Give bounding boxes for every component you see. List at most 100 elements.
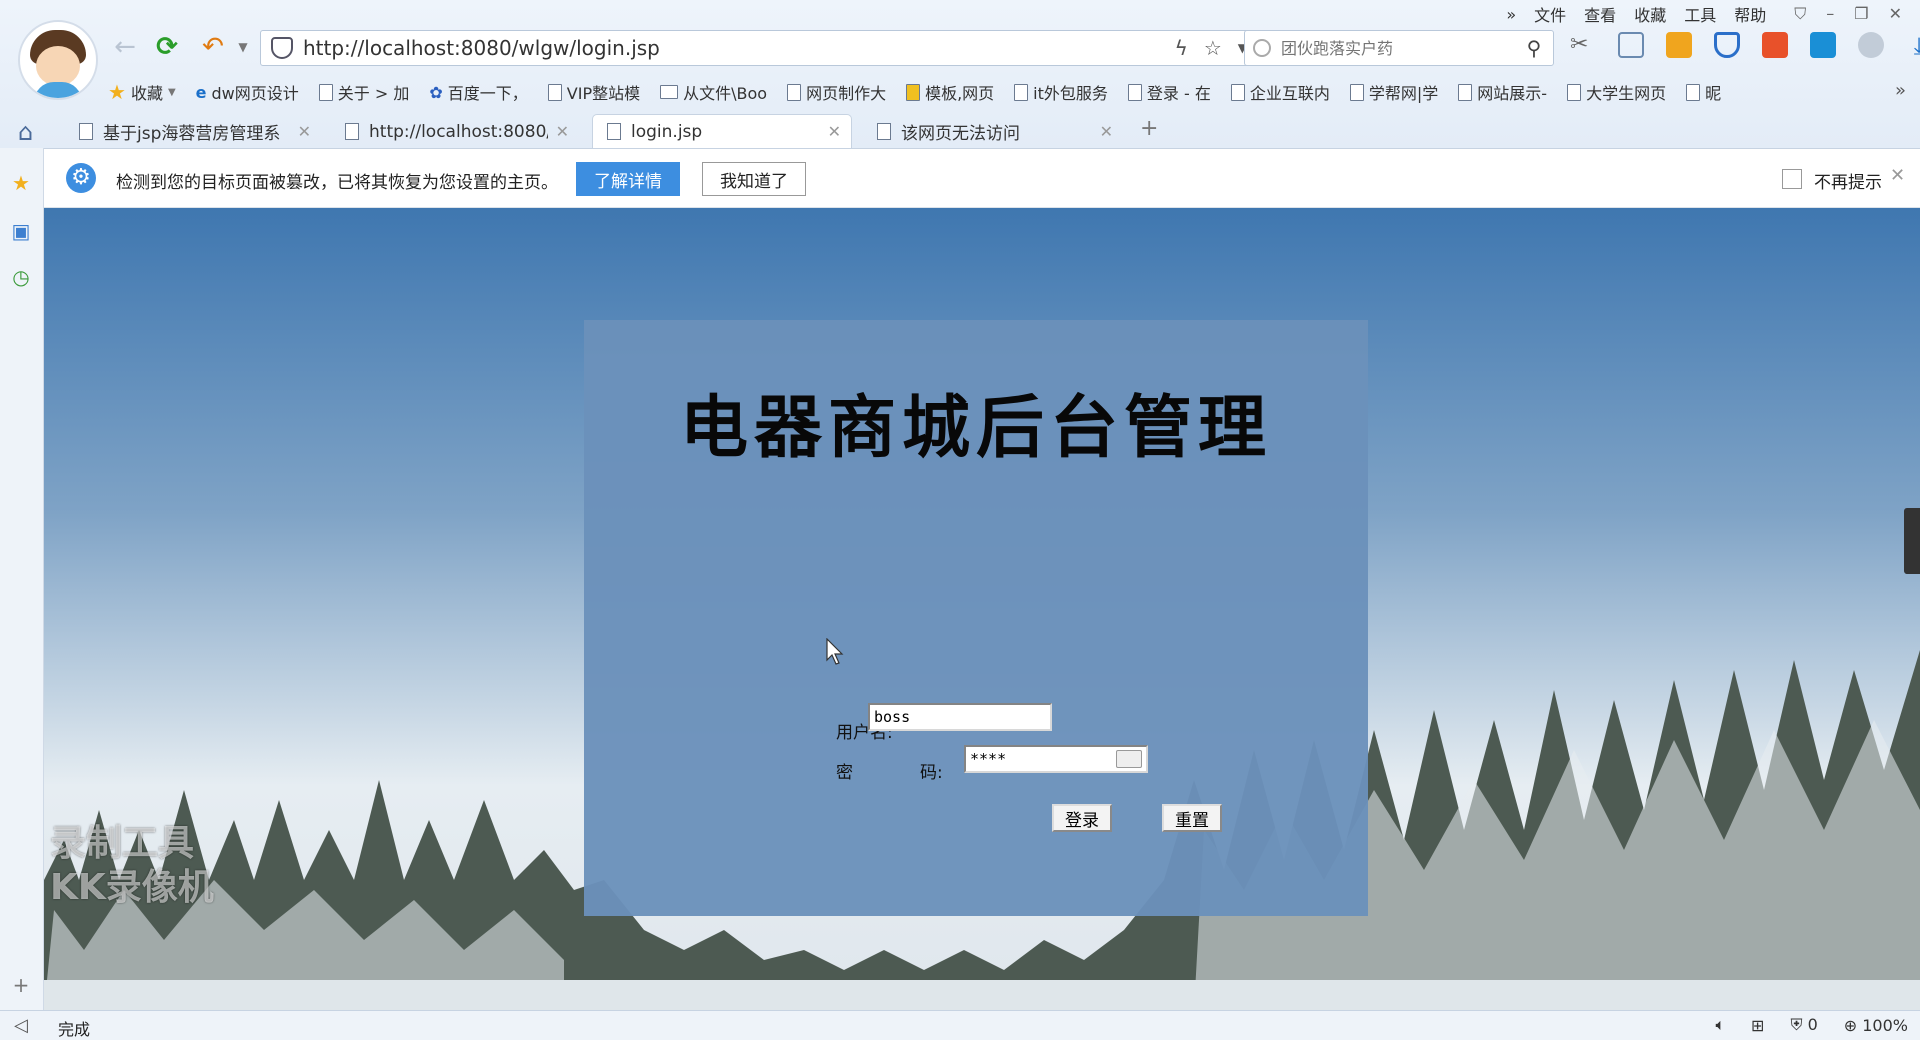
status-bar: ◁ 完成 🔈︎ ⊞ ⛨ 0 ⊕ 100% [0,1010,1920,1040]
new-tab-icon[interactable]: + [1140,116,1158,141]
bookmark-item[interactable]: 大学生网页 [1567,80,1666,104]
page-icon [1686,83,1701,101]
address-tail: ϟ ☆ ▼ [1175,36,1247,60]
star-icon[interactable]: ☆ [1204,36,1222,60]
bookmark-item[interactable]: 从文件\Boo [660,80,767,104]
menu-view[interactable]: 查看 [1584,2,1616,26]
tab-item[interactable]: http://localhost:8080/v ✕ [330,114,580,148]
shield-small-icon: ⛨ [1790,1015,1803,1034]
shield-icon[interactable] [1714,32,1740,58]
home-icon[interactable]: ⌂ [18,118,33,146]
undo-dropdown-icon[interactable]: ▼ [228,32,258,62]
search-input[interactable] [1279,37,1523,59]
dont-remind-label: 不再提示 [1814,173,1882,193]
translate-icon[interactable] [1762,32,1788,58]
folder-icon [660,85,679,99]
tab-item[interactable]: 该网页无法访问 ✕ [862,114,1124,148]
close-window-icon[interactable]: ✕ [1889,4,1902,24]
skin-icon[interactable]: ⛉ [1794,4,1806,24]
favorites-button[interactable]: ★ 收藏 ▼ [108,80,176,104]
bookmark-item[interactable]: e dw网页设计 [196,80,299,104]
watermark-line2: KK录像机 [50,867,214,908]
keyboard-icon[interactable] [1116,750,1142,768]
bookmark-label: 昵 [1705,84,1722,103]
back-icon[interactable]: ← [110,32,140,62]
scissors-icon[interactable]: ✂ [1570,32,1596,58]
gear-icon: ⚙ [66,163,96,193]
menu-help[interactable]: 帮助 [1734,2,1766,26]
network-icon[interactable]: ⊞ [1751,1016,1764,1035]
restore-icon[interactable]: ❐ [1854,4,1868,24]
add-sidebar-icon[interactable]: + [10,974,32,996]
close-tab-icon[interactable]: ✕ [828,122,841,141]
bookmark-item[interactable]: ✿ 百度一下， [429,80,527,104]
username-input[interactable] [868,703,1052,731]
reset-button[interactable]: 重置 [1162,804,1222,832]
history-clock-icon[interactable]: ◷ [10,266,32,288]
learn-more-button[interactable]: 了解详情 [576,162,680,196]
side-scroll-handle[interactable] [1904,508,1920,574]
page-title: 电器商城后台管理 [679,388,1272,468]
globe-icon[interactable] [1858,32,1884,58]
status-right: 🔈︎ ⊞ ⛨ 0 ⊕ 100% [1715,1015,1908,1035]
dont-remind-checkbox[interactable] [1782,169,1802,189]
bookmark-manager-icon[interactable] [1666,32,1692,58]
close-tab-icon[interactable]: ✕ [556,122,569,141]
page-icon [1230,83,1245,101]
close-tab-icon[interactable]: ✕ [1100,122,1113,141]
got-it-button[interactable]: 我知道了 [702,162,806,196]
download-icon[interactable]: ⤓ [1906,32,1920,60]
login-button[interactable]: 登录 [1052,804,1112,832]
magnifier-app-icon[interactable] [1810,32,1836,58]
search-icon[interactable]: ⚲ [1523,37,1545,59]
bookmark-item[interactable]: 登录 - 在 [1127,80,1211,104]
bookmark-item[interactable]: it外包服务 [1014,80,1108,104]
bookmark-item[interactable]: 昵 [1686,80,1721,104]
speaker-icon[interactable]: 🔈︎ [1715,1015,1725,1035]
search-box: ⚲ [1244,30,1554,66]
minimize-icon[interactable]: – [1826,4,1834,24]
bookmarks-bar: ★ 收藏 ▼ e dw网页设计 关于 > 加 ✿ 百度一下， VIP整站模 从文件\… [108,78,1890,106]
tab-item-active[interactable]: login.jsp ✕ [592,114,852,148]
bookmark-item[interactable]: 网页制作大 [787,80,886,104]
close-notice-icon[interactable]: ✕ [1890,165,1905,186]
user-avatar[interactable] [18,20,98,100]
bookmark-item[interactable]: 关于 > 加 [318,80,409,104]
address-url[interactable]: http://localhost:8080/wlgw/login.jsp [303,36,1175,60]
sidebar-toggle-icon[interactable]: ◁ [14,1015,28,1036]
favorites-star-icon[interactable]: ★ [10,172,32,194]
menu-bar: » 文件 查看 收藏 工具 帮助 ⛉ – ❐ ✕ [1506,2,1902,26]
close-tab-icon[interactable]: ✕ [298,122,311,141]
bookmarks-more[interactable]: » [1895,80,1906,101]
page-icon [1458,83,1473,101]
zoom-control[interactable]: ⊕ 100% [1844,1016,1908,1035]
bookmark-label: 模板,网页 [925,84,995,103]
menu-more[interactable]: » [1506,5,1516,24]
bookmark-item[interactable]: 企业互联内 [1230,80,1330,104]
bookmark-item[interactable]: VIP整站模 [547,80,641,104]
address-bar[interactable]: http://localhost:8080/wlgw/login.jsp ϟ ☆… [260,30,1260,66]
bookmark-label: 登录 - 在 [1146,84,1211,103]
refresh-icon[interactable]: ⟳ [152,32,182,62]
tab-label: login.jsp [631,121,703,142]
tab-strip: ⌂ 基于jsp海蓉营房管理系 ✕ http://localhost:8080/v… [0,114,1920,148]
lightning-icon[interactable]: ϟ [1175,36,1188,60]
bookmark-item[interactable]: 学帮网|学 [1349,80,1438,104]
reading-list-icon[interactable]: ▣ [10,220,32,242]
bookmark-label: VIP整站模 [566,84,641,103]
ad-block-counter[interactable]: ⛨ 0 [1790,1015,1817,1035]
page-icon [79,123,93,140]
page-icon [607,123,621,140]
screenshot-icon[interactable] [1618,32,1644,58]
page-icon [1349,83,1364,101]
bookmark-item[interactable]: 网站展示- [1458,80,1547,104]
undo-icon[interactable]: ↶ [198,32,228,62]
menu-file[interactable]: 文件 [1534,2,1566,26]
page-content: 录制工具 KK录像机 电器商城后台管理 用户名: 密 码: 登录 重置 [44,208,1920,1010]
menu-tools[interactable]: 工具 [1684,2,1716,26]
bookmark-item[interactable]: 模板,网页 [906,80,994,104]
tab-item[interactable]: 基于jsp海蓉营房管理系 ✕ [64,114,322,148]
avatar-face [36,46,80,86]
search-engine-icon[interactable] [1253,39,1271,57]
menu-favorites[interactable]: 收藏 [1634,2,1666,26]
